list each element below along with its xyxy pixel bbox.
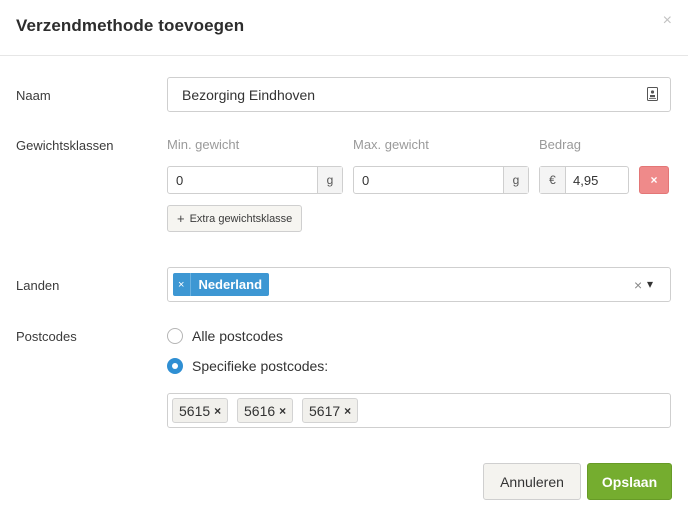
postcode-tag: 5615 × — [172, 398, 229, 423]
country-tag-label: Nederland — [198, 277, 263, 292]
postcode-tag: 5616 × — [237, 398, 294, 423]
amount-input[interactable]: € 4,95 — [539, 166, 629, 194]
dialog-header: Verzendmethode toevoegen × — [0, 0, 688, 56]
postcodes-label: Postcodes — [16, 329, 77, 344]
dialog-title: Verzendmethode toevoegen — [16, 16, 245, 35]
radio-specific-postcodes-label[interactable]: Specifieke postcodes: — [192, 358, 328, 374]
postcode-tag: 5617 × — [302, 398, 359, 423]
postcode-tag-label: 5615 — [179, 402, 211, 419]
countries-label: Landen — [16, 278, 60, 293]
amount-value: 4,95 — [573, 173, 599, 188]
postcode-tag-label: 5617 — [309, 402, 341, 419]
max-weight-unit: g — [503, 167, 528, 193]
currency-addon: € — [540, 167, 566, 193]
radio-specific-postcodes[interactable] — [167, 358, 183, 374]
save-button[interactable]: Opslaan — [587, 463, 672, 500]
country-tag: × Nederland — [173, 273, 270, 296]
add-weight-class-button[interactable]: + Extra gewichtsklasse — [167, 205, 303, 232]
max-weight-value: 0 — [362, 173, 370, 188]
min-weight-header: Min. gewicht — [167, 137, 240, 152]
plus-icon: + — [177, 211, 185, 226]
add-weight-class-label: Extra gewichtsklasse — [189, 212, 293, 225]
min-weight-value: 0 — [176, 173, 184, 188]
postcode-tag-label: 5616 — [244, 402, 276, 419]
min-weight-unit: g — [317, 167, 342, 193]
radio-all-postcodes-label[interactable]: Alle postcodes — [192, 328, 283, 344]
weight-classes-label: Gewichtsklassen — [16, 138, 114, 153]
delete-weight-class-button[interactable]: × — [639, 166, 669, 194]
max-weight-input[interactable]: 0 g — [353, 166, 529, 194]
amount-header: Bedrag — [539, 137, 581, 152]
chevron-down-icon[interactable]: ▾ — [647, 277, 653, 291]
remove-tag-icon[interactable]: × — [279, 404, 286, 418]
remove-tag-icon[interactable]: × — [173, 273, 192, 296]
name-input-value: Bezorging Eindhoven — [182, 87, 316, 103]
max-weight-header: Max. gewicht — [353, 137, 429, 152]
name-input[interactable]: Bezorging Eindhoven — [167, 77, 671, 112]
min-weight-input[interactable]: 0 g — [167, 166, 343, 194]
remove-tag-icon[interactable]: × — [344, 404, 351, 418]
clear-selection-icon[interactable]: × — [634, 277, 642, 293]
remove-tag-icon[interactable]: × — [214, 404, 221, 418]
close-icon[interactable]: × — [663, 12, 672, 30]
contact-card-icon[interactable] — [647, 87, 658, 101]
radio-all-postcodes[interactable] — [167, 328, 183, 344]
cancel-button[interactable]: Annuleren — [483, 463, 581, 500]
close-icon: × — [650, 173, 658, 187]
add-shipping-method-dialog: Verzendmethode toevoegen × Naam Bezorgin… — [0, 0, 688, 516]
name-label: Naam — [16, 88, 51, 103]
